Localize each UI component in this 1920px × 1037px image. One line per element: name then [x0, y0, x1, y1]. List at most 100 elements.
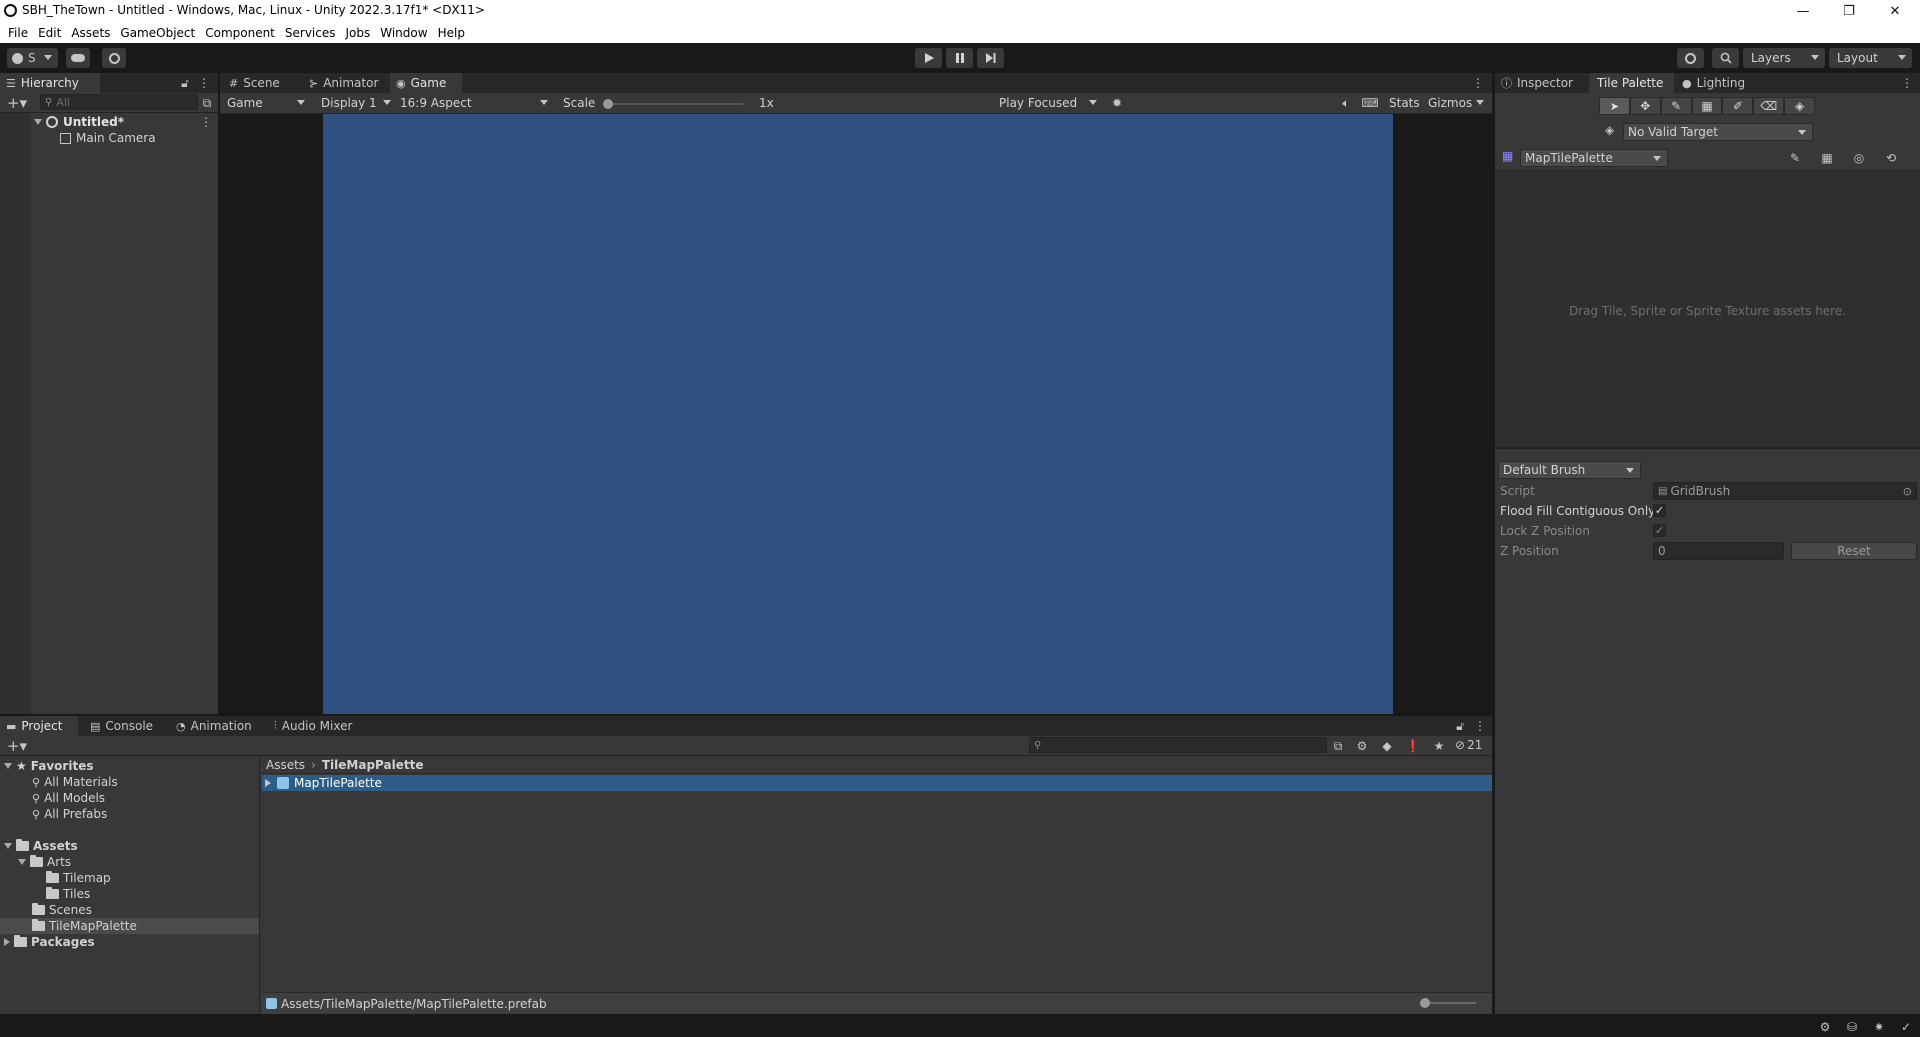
- lock-icon[interactable]: 🔓︎: [1452, 717, 1468, 735]
- hierarchy-search-input[interactable]: ⚲ All: [40, 94, 198, 110]
- scale-slider[interactable]: [603, 97, 743, 111]
- packages-folder-row[interactable]: Packages: [4, 934, 95, 950]
- label-tag-icon[interactable]: ◆: [1376, 737, 1398, 755]
- gizmos-dropdown[interactable]: Gizmos: [1424, 94, 1490, 112]
- palette-drop-area[interactable]: Drag Tile, Sprite or Sprite Texture asse…: [1495, 169, 1920, 447]
- more-options-icon[interactable]: ⋮: [1472, 717, 1488, 735]
- scene-visibility-icon[interactable]: ⧉: [198, 94, 216, 112]
- active-target-dropdown[interactable]: No Valid Target: [1623, 123, 1813, 141]
- more-options-icon[interactable]: ⋮: [196, 74, 212, 92]
- menu-assets[interactable]: Assets: [66, 26, 115, 40]
- box-fill-icon[interactable]: ▦: [1691, 97, 1723, 115]
- game-view[interactable]: [323, 114, 1393, 714]
- hidden-packages-toggle[interactable]: ⊘ 21: [1455, 738, 1482, 752]
- brush-dropdown[interactable]: Default Brush: [1498, 461, 1641, 479]
- menu-edit[interactable]: Edit: [33, 26, 66, 40]
- tab-animator[interactable]: ⊱ Animator: [303, 73, 387, 93]
- warning-icon[interactable]: ❗: [1402, 737, 1424, 755]
- tab-hierarchy[interactable]: ☰ Hierarchy: [0, 73, 100, 93]
- splitter[interactable]: [1495, 447, 1920, 449]
- picker-icon[interactable]: ✐: [1722, 97, 1754, 115]
- select-tool-icon[interactable]: ➤: [1599, 97, 1630, 115]
- create-plus-icon[interactable]: +▾: [4, 737, 30, 755]
- palette-dropdown[interactable]: MapTilePalette: [1520, 149, 1668, 167]
- fill-bucket-icon[interactable]: ◈: [1784, 97, 1816, 115]
- minimize-button[interactable]: —: [1780, 0, 1826, 22]
- view-dropdown[interactable]: Game: [223, 94, 311, 112]
- paint-brush-icon[interactable]: ✎: [1660, 97, 1692, 115]
- search-button[interactable]: [1712, 48, 1739, 68]
- project-search-input[interactable]: ⚲: [1029, 737, 1327, 753]
- create-plus-icon[interactable]: +▾: [4, 94, 30, 112]
- stats-button[interactable]: Stats: [1389, 96, 1420, 110]
- z-position-input[interactable]: 0: [1653, 542, 1784, 560]
- scene-row[interactable]: Untitled* ⋮: [34, 114, 218, 130]
- display-dropdown[interactable]: Display 1: [317, 94, 397, 112]
- menu-jobs[interactable]: Jobs: [341, 26, 376, 40]
- folder-row-tiles[interactable]: Tiles: [46, 886, 90, 902]
- keyboard-icon[interactable]: ⌨︎: [1359, 94, 1381, 112]
- favorite-item[interactable]: ⚲ All Materials: [32, 774, 118, 790]
- lock-icon[interactable]: 🔓︎: [177, 74, 193, 92]
- more-options-icon[interactable]: ⋮: [1899, 74, 1915, 92]
- reset-button[interactable]: Reset: [1791, 542, 1917, 560]
- edit-palette-icon[interactable]: ✎: [1784, 149, 1806, 167]
- close-button[interactable]: ✕: [1872, 0, 1918, 22]
- tab-console[interactable]: ▤ Console: [84, 716, 164, 736]
- cache-server-icon[interactable]: ⛁: [1841, 1018, 1863, 1036]
- icon-size-slider[interactable]: [1420, 997, 1476, 1009]
- step-button[interactable]: [977, 48, 1004, 68]
- play-button[interactable]: [915, 48, 942, 68]
- aspect-dropdown[interactable]: 16:9 Aspect: [396, 94, 554, 112]
- folder-row-scenes[interactable]: Scenes: [32, 902, 92, 918]
- history-button[interactable]: [1677, 48, 1704, 68]
- hierarchy-item[interactable]: Main Camera: [60, 130, 156, 146]
- grid-toggle-icon[interactable]: ▦: [1816, 149, 1838, 167]
- tab-scene[interactable]: # Scene: [223, 73, 293, 93]
- eraser-icon[interactable]: ⌫: [1753, 97, 1785, 115]
- icon-size-knob[interactable]: [1420, 998, 1430, 1008]
- search-by-type-icon[interactable]: ⧉: [1327, 737, 1349, 755]
- menu-gameobject[interactable]: GameObject: [115, 26, 200, 40]
- layout-dropdown[interactable]: Layout: [1829, 48, 1912, 68]
- scene-options-icon[interactable]: ⋮: [200, 115, 212, 129]
- breadcrumb-current[interactable]: TileMapPalette: [322, 758, 424, 772]
- folder-row-arts[interactable]: Arts: [18, 854, 71, 870]
- favorite-star-icon[interactable]: ★: [1428, 737, 1450, 755]
- mute-audio-icon[interactable]: 🔈︎: [1335, 94, 1357, 112]
- menu-component[interactable]: Component: [200, 26, 280, 40]
- restore-button[interactable]: ❐: [1826, 0, 1872, 22]
- progress-icon[interactable]: ⚙︎: [1814, 1018, 1836, 1036]
- folder-row-tilemappalette[interactable]: TileMapPalette: [0, 918, 259, 934]
- debug-mode-icon[interactable]: ✓: [1895, 1018, 1917, 1036]
- gizmos-toggle-icon[interactable]: ◎: [1848, 149, 1870, 167]
- play-mode-dropdown[interactable]: Play Focused: [995, 94, 1103, 112]
- favorite-item[interactable]: ⚲ All Models: [32, 790, 105, 806]
- menu-help[interactable]: Help: [433, 26, 470, 40]
- cloud-button[interactable]: [66, 48, 90, 68]
- search-filter-icon[interactable]: ⚙︎: [1351, 737, 1373, 755]
- menu-window[interactable]: Window: [375, 26, 432, 40]
- assets-folder-row[interactable]: Assets: [4, 838, 78, 854]
- scale-slider-knob[interactable]: [603, 99, 613, 109]
- menu-file[interactable]: File: [3, 26, 33, 40]
- favorites-row[interactable]: ★ Favorites: [4, 758, 93, 774]
- collab-button[interactable]: [102, 48, 126, 68]
- tab-inspector[interactable]: ⓘ Inspector: [1495, 73, 1585, 93]
- menu-services[interactable]: Services: [280, 26, 341, 40]
- asset-row[interactable]: MapTilePalette: [262, 775, 1492, 791]
- favorite-item[interactable]: ⚲ All Prefabs: [32, 806, 107, 822]
- tab-tile-palette[interactable]: Tile Palette: [1589, 73, 1674, 93]
- account-dropdown[interactable]: S: [7, 48, 58, 68]
- lock-z-checkbox[interactable]: ✓: [1653, 524, 1666, 537]
- tab-animation[interactable]: ◔ Animation: [170, 716, 260, 736]
- auto-generate-lighting-icon[interactable]: ✷: [1868, 1018, 1890, 1036]
- move-tool-icon[interactable]: ✥: [1629, 97, 1661, 115]
- pause-button[interactable]: [946, 48, 973, 68]
- breadcrumb-root[interactable]: Assets: [266, 758, 305, 772]
- tab-project[interactable]: ▬ Project: [0, 716, 78, 736]
- more-options-icon[interactable]: ⋮: [1470, 74, 1486, 92]
- bug-icon[interactable]: ✹: [1106, 94, 1128, 112]
- tab-game[interactable]: ◉ Game: [390, 73, 462, 93]
- object-picker-icon[interactable]: ⊙: [1903, 485, 1912, 498]
